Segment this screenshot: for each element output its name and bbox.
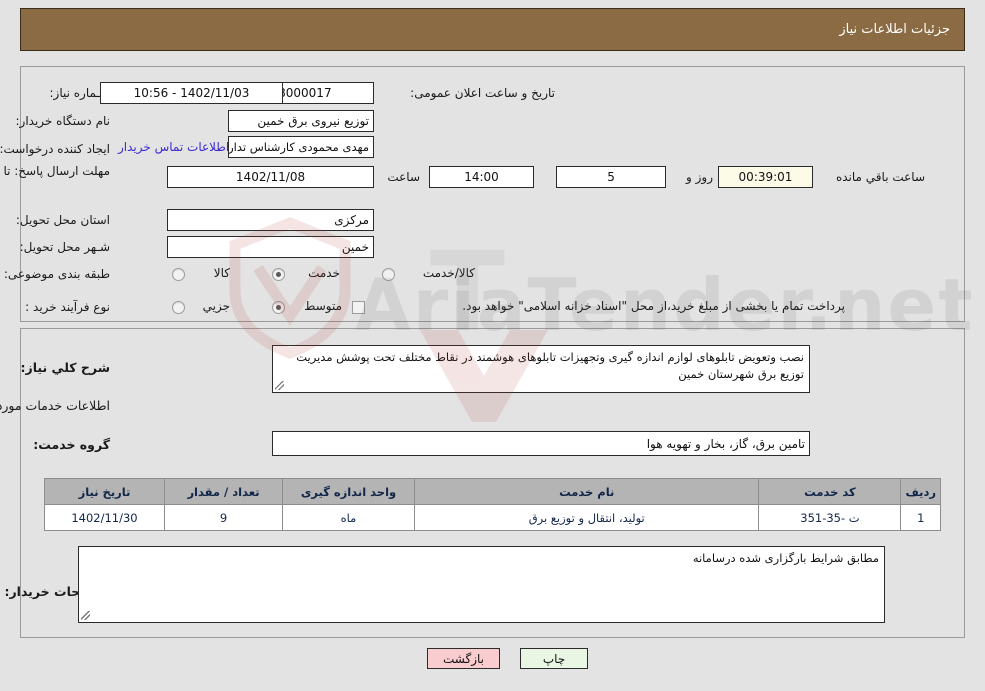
radio-process-jozei[interactable]: [172, 301, 185, 314]
announce-datetime-value: 1402/11/03 - 10:56: [100, 82, 283, 104]
radio-category-kala[interactable]: [172, 268, 185, 281]
service-group-value: تامین برق، گاز، بخار و تهویه هوا: [272, 431, 810, 456]
page-header: جزئیات اطلاعات نیاز: [20, 8, 965, 51]
col-code: کد خدمت: [758, 478, 902, 505]
general-description-label: شرح کلي نیاز:: [20, 360, 110, 375]
col-qty: تعداد / مقدار: [164, 478, 283, 505]
remaining-days-value: 5: [556, 166, 666, 188]
buyer-contact-link[interactable]: اطلاعات تماس خریدار: [118, 140, 229, 154]
col-radif: ردیف: [900, 478, 941, 505]
radio-process-jozei-label: جزیي: [202, 299, 230, 313]
page-root: AriaTender.net T جزئیات اطلاعات نیاز شـم…: [0, 0, 985, 691]
buyer-org-value: توزیع نیروی برق خمین: [228, 110, 374, 132]
table-row: 1 ت -35-351 تولید، انتقال و توزیع برق ما…: [44, 504, 941, 531]
back-button[interactable]: بازگشت: [427, 648, 500, 669]
radio-category-kala-khedmat-label: کالا/خدمت: [422, 266, 475, 280]
deadline-date-value: 1402/11/08: [167, 166, 374, 188]
col-need-date: تاریخ نیاز: [44, 478, 165, 505]
print-button[interactable]: چاپ: [520, 648, 588, 669]
radio-category-kala-label: کالا: [213, 266, 230, 280]
need-info-panel: [20, 66, 965, 322]
service-group-label: گروه خدمت:: [33, 437, 110, 452]
request-creator-label: ایجاد کننده درخواست:: [0, 142, 110, 156]
delivery-city-value: خمین: [167, 236, 374, 258]
cell-name: تولید، انتقال و توزیع برق: [413, 504, 760, 531]
cell-code: ت -35-351: [758, 504, 902, 531]
delivery-province-value: مرکزی: [167, 209, 374, 231]
cell-unit: ماه: [282, 504, 415, 531]
buyer-notes-textarea[interactable]: مطابق شرایط بارگزاری شده درسامانه: [78, 546, 885, 623]
col-unit: واحد اندازه گیری: [282, 478, 415, 505]
radio-category-khedmat-label: خدمت: [308, 266, 340, 280]
announce-datetime-label: تاریخ و ساعت اعلان عمومی:: [410, 86, 555, 100]
subject-category-label: طبقه بندی موضوعی:: [3, 267, 110, 281]
cell-need-date: 1402/11/30: [44, 504, 165, 531]
delivery-city-label: شـهر محل تحویل:: [19, 240, 110, 254]
radio-category-kala-khedmat[interactable]: [382, 268, 395, 281]
col-name: نام خدمت: [413, 478, 760, 505]
remaining-days-label: روز و: [686, 170, 713, 184]
request-creator-value: مهدی محمودی کارشناس تدارکات وکنترل قرارد…: [228, 136, 374, 158]
radio-process-motavaset-label: متوسط: [304, 299, 342, 313]
islamic-treasury-text: پرداخت تمام یا بخشی از مبلغ خرید،از محل …: [462, 299, 845, 313]
checkbox-islamic-treasury[interactable]: [352, 301, 365, 314]
services-table: ردیف کد خدمت نام خدمت واحد اندازه گیری ت…: [44, 478, 941, 531]
remaining-countdown-label: ساعت باقي مانده: [835, 170, 925, 184]
deadline-hour-value: 14:00: [429, 166, 534, 188]
remaining-countdown-value: 00:39:01: [718, 166, 813, 188]
deadline-hour-label: ساعت: [387, 170, 420, 184]
table-header-row: ردیف کد خدمت نام خدمت واحد اندازه گیری ت…: [44, 478, 941, 505]
radio-process-motavaset[interactable]: [272, 301, 285, 314]
radio-category-khedmat[interactable]: [272, 268, 285, 281]
page-title: جزئیات اطلاعات نیاز: [839, 22, 950, 37]
services-section-heading: اطلاعات خدمات مورد نیاز: [0, 398, 110, 413]
cell-qty: 9: [164, 504, 283, 531]
delivery-province-label: استان محل تحویل:: [15, 213, 110, 227]
general-description-textarea[interactable]: نصب وتعویض تابلوهای لوازم اندازه گیری وت…: [272, 345, 810, 393]
response-deadline-label: مهلت ارسال پاسخ: تا تاریخ:: [0, 164, 110, 178]
buyer-org-label: نام دستگاه خریدار:: [15, 114, 111, 128]
purchase-process-label: نوع فرآیند خرید :: [25, 300, 110, 314]
cell-radif: 1: [900, 504, 941, 531]
